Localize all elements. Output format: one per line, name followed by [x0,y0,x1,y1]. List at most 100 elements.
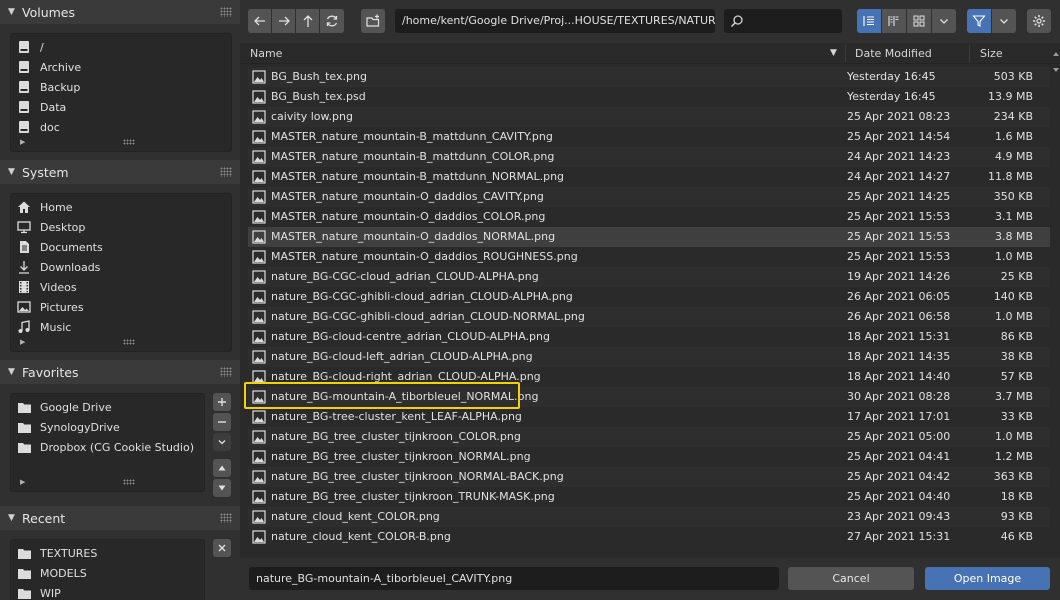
column-divider[interactable] [845,45,846,62]
sidebar-item-desktop[interactable]: Desktop [16,217,216,237]
move-bookmark-up-button[interactable] [213,459,231,477]
sidebar-item-textures[interactable]: TEXTURES [16,543,216,563]
drag-grip-icon[interactable] [220,7,232,17]
refresh-button[interactable] [320,9,344,33]
column-divider[interactable] [969,45,970,62]
file-row[interactable]: MASTER_nature_mountain-O_daddios_COLOR.p… [248,207,1050,227]
file-date: 18 Apr 2021 14:40 [847,370,951,383]
expand-arrow-icon[interactable]: ▶ [20,338,25,346]
resize-grip-icon[interactable] [123,339,135,345]
image-file-icon [252,130,266,144]
file-row[interactable]: MASTER_nature_mountain-B_mattdunn_NORMAL… [248,167,1050,187]
sidebar-item-[interactable]: / [16,37,216,57]
sidebar-item-models[interactable]: MODELS [16,563,216,583]
file-row[interactable]: MASTER_nature_mountain-B_mattdunn_COLOR.… [248,147,1050,167]
new-directory-button[interactable] [361,9,385,33]
file-row[interactable]: nature_BG-tree-cluster_kent_LEAF-ALPHA.p… [248,407,1050,427]
bookmark-menu-button[interactable] [213,433,231,451]
file-row[interactable]: nature_BG-CGC-ghibli-cloud_adrian_CLOUD-… [248,287,1050,307]
sidebar-item-dropbox-cg-cookie-studio[interactable]: Dropbox (CG Cookie Studio) [16,437,216,457]
search-input[interactable] [724,9,842,33]
size-column-header[interactable]: Size [980,43,1003,64]
file-row[interactable]: MASTER_nature_mountain-O_daddios_ROUGHNE… [248,247,1050,267]
arrow-right-icon [278,16,290,26]
file-row[interactable]: nature_BG_tree_cluster_tijnkroon_COLOR.p… [248,427,1050,447]
sidebar-item-wip[interactable]: WIP [16,583,216,600]
file-row[interactable]: nature_BG_tree_cluster_tijnkroon_NORMAL-… [248,467,1050,487]
vertical-list-view-button[interactable] [857,9,881,33]
drag-grip-icon[interactable] [220,513,232,523]
resize-grip-icon[interactable] [123,139,135,145]
sidebar-item-pictures[interactable]: Pictures [16,297,216,317]
open-image-button[interactable]: Open Image [925,567,1050,590]
sidebar-item-backup[interactable]: Backup [16,77,216,97]
file-name: caivity low.png [271,110,353,123]
add-bookmark-button[interactable] [213,393,231,411]
system-list: Home Desktop Documents Downloads Videos Pictu… [10,193,232,352]
system-panel-header[interactable]: ▼ System [0,160,240,184]
file-row[interactable]: nature_BG_tree_cluster_tijnkroon_NORMAL.… [248,447,1050,467]
clear-recent-button[interactable] [213,539,231,557]
settings-button[interactable] [1027,9,1051,33]
file-row[interactable]: nature_BG-cloud-left_adrian_CLOUD-ALPHA.… [248,347,1050,367]
documents-icon [16,239,32,255]
sidebar-item-downloads[interactable]: Downloads [16,257,216,277]
file-row[interactable]: BG_Bush_tex.png Yesterday 16:45 503 KB [248,67,1050,87]
directory-path-input[interactable]: /home/kent/Google Drive/Proj...HOUSE/TEX… [395,9,715,33]
expand-arrow-icon[interactable]: ▶ [20,138,25,146]
scrollbar[interactable] [1053,52,1059,72]
volumes-panel-header[interactable]: ▼ Volumes [0,0,240,24]
drag-grip-icon[interactable] [220,367,232,377]
file-name: nature_BG_tree_cluster_tijnkroon_TRUNK-M… [271,490,555,503]
image-file-icon [252,90,266,104]
expand-arrow-icon[interactable]: ▶ [20,478,25,486]
file-row[interactable]: nature_BG-CGC-ghibli-cloud_adrian_CLOUD-… [248,307,1050,327]
favorites-panel-header[interactable]: ▼ Favorites [0,360,240,384]
file-row[interactable]: nature_cloud_kent_COLOR.png 23 Apr 2021 0… [248,507,1050,527]
file-row[interactable]: MASTER_nature_mountain-B_mattdunn_CAVITY… [248,127,1050,147]
file-name: nature_cloud_kent_COLOR.png [271,510,440,523]
forward-button[interactable] [272,9,295,33]
file-row[interactable]: MASTER_nature_mountain-O_daddios_CAVITY.… [248,187,1050,207]
file-row[interactable]: nature_cloud_kent_COLOR-B.png 27 Apr 2021… [248,527,1050,547]
filename-input[interactable]: nature_BG-mountain-A_tiborbleuel_CAVITY.… [249,567,779,590]
horizontal-list-view-button[interactable] [882,9,906,33]
sidebar-item-label: Archive [40,60,82,74]
file-row[interactable]: caivity low.png 25 Apr 2021 08:23 234 KB [248,107,1050,127]
file-name: nature_BG-CGC-cloud_adrian_CLOUD-ALPHA.p… [271,270,539,283]
back-button[interactable] [248,9,271,33]
recent-panel-header[interactable]: ▼ Recent [0,506,240,530]
file-row[interactable]: BG_Bush_tex.psd Yesterday 16:45 13.9 MB [248,87,1050,107]
remove-bookmark-button[interactable] [213,413,231,431]
file-row[interactable]: MASTER_nature_mountain-O_daddios_NORMAL.… [248,227,1050,247]
filter-settings-dropdown[interactable] [992,9,1016,33]
sidebar-item-home[interactable]: Home [16,197,216,217]
display-settings-dropdown[interactable] [932,9,956,33]
sidebar-item-data[interactable]: Data [16,97,216,117]
triangle-up-icon [218,465,226,471]
resize-grip-icon[interactable] [123,479,135,485]
sort-descending-icon[interactable]: ▼ [830,43,837,64]
sidebar-item-documents[interactable]: Documents [16,237,216,257]
filter-toggle-button[interactable] [967,9,991,33]
thumbnails-view-button[interactable] [907,9,931,33]
sidebar-item-archive[interactable]: Archive [16,57,216,77]
cancel-button[interactable]: Cancel [788,567,914,590]
file-row[interactable]: nature_BG-CGC-cloud_adrian_CLOUD-ALPHA.p… [248,267,1050,287]
drag-grip-icon[interactable] [220,167,232,177]
date-column-header[interactable]: Date Modified [855,43,932,64]
arrow-up-icon [303,15,312,27]
sidebar-item-music[interactable]: Music [16,317,216,337]
file-date: Yesterday 16:45 [847,90,936,103]
sidebar-item-videos[interactable]: Videos [16,277,216,297]
file-row[interactable]: nature_BG-cloud-centre_adrian_CLOUD-ALPH… [248,327,1050,347]
parent-directory-button[interactable] [296,9,319,33]
sidebar-item-google-drive[interactable]: Google Drive [16,397,216,417]
sidebar-item-doc[interactable]: doc [16,117,216,137]
sidebar-item-synologydrive[interactable]: SynologyDrive [16,417,216,437]
grid-view-icon [913,15,925,27]
name-column-header[interactable]: Name [250,43,282,64]
file-row[interactable]: nature_BG_tree_cluster_tijnkroon_TRUNK-M… [248,487,1050,507]
move-bookmark-down-button[interactable] [213,479,231,497]
image-file-icon [252,230,266,244]
